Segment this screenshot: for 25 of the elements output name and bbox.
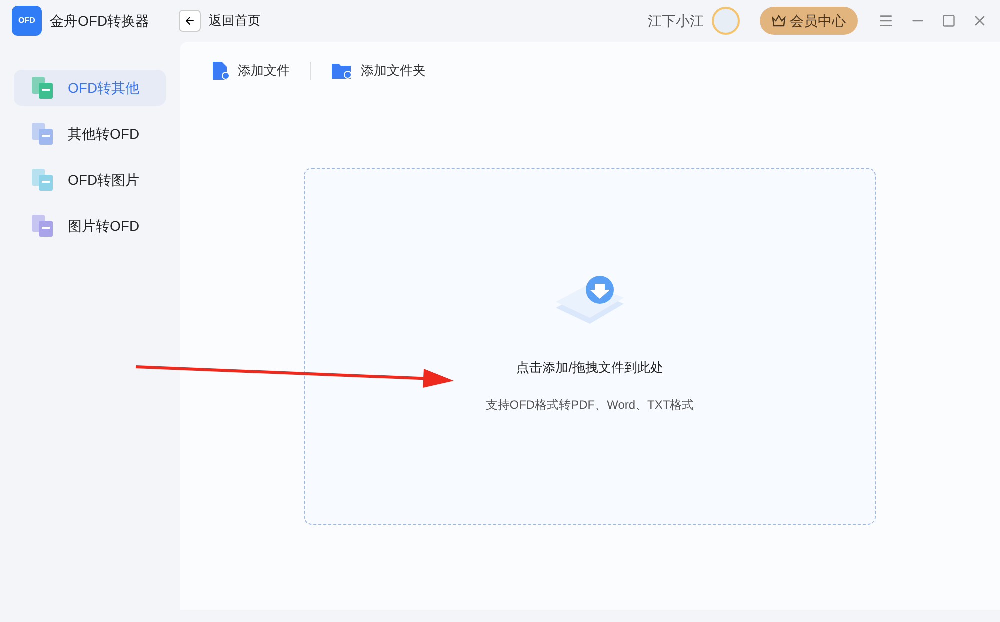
app-title: 金舟OFD转换器	[50, 12, 151, 30]
document-icon	[30, 75, 56, 101]
drop-zone-hint: 支持OFD格式转PDF、Word、TXT格式	[486, 396, 694, 414]
sidebar-item[interactable]: 其他转OFD	[14, 116, 166, 152]
maximize-icon[interactable]	[942, 14, 956, 28]
logo-text: OFD	[18, 15, 36, 27]
add-file-button[interactable]: 添加文件	[212, 61, 290, 81]
sidebar-item[interactable]: 图片转OFD	[14, 208, 166, 244]
back-arrow-icon	[184, 15, 196, 27]
add-folder-button[interactable]: 添加文件夹	[331, 61, 426, 81]
document-icon	[30, 213, 56, 239]
back-label[interactable]: 返回首页	[209, 11, 261, 31]
file-icon	[212, 61, 230, 81]
folder-icon	[331, 62, 353, 80]
drop-zone[interactable]: 点击添加/拖拽文件到此处 支持OFD格式转PDF、Word、TXT格式	[304, 168, 876, 525]
username: 江下小江	[648, 12, 704, 30]
sidebar-item[interactable]: OFD转图片	[14, 162, 166, 198]
sidebar-item[interactable]: OFD转其他	[14, 70, 166, 106]
menu-icon[interactable]	[878, 13, 894, 29]
vip-button[interactable]: 会员中心	[760, 7, 858, 35]
document-icon	[30, 167, 56, 193]
drop-zone-title: 点击添加/拖拽文件到此处	[516, 359, 664, 377]
document-icon	[30, 121, 56, 147]
crown-icon	[772, 14, 786, 28]
back-button[interactable]	[179, 10, 201, 32]
